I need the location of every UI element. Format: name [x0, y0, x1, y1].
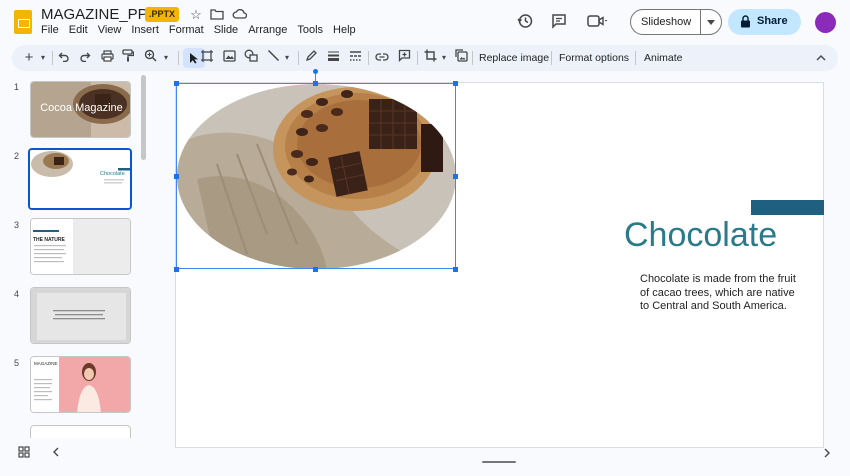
- speaker-notes-drag-handle[interactable]: [482, 461, 516, 463]
- file-type-badge: .PPTX: [145, 7, 180, 22]
- slideshow-button[interactable]: Slideshow: [630, 9, 722, 35]
- resize-handle-e[interactable]: [453, 174, 458, 179]
- border-color-icon[interactable]: [302, 49, 320, 67]
- resize-handle-s[interactable]: [313, 267, 318, 272]
- slide-number: 3: [14, 220, 20, 230]
- cloud-status-icon[interactable]: [231, 7, 247, 23]
- menu-edit[interactable]: Edit: [69, 24, 88, 36]
- menu-file[interactable]: File: [41, 24, 59, 36]
- slide-4-preview: [31, 288, 130, 343]
- slide-thumbnail-4[interactable]: [30, 287, 131, 344]
- resize-handle-ne[interactable]: [453, 81, 458, 86]
- format-options-button[interactable]: Format options: [559, 52, 629, 64]
- menu-bar: File Edit View Insert Format Slide Arran…: [41, 24, 366, 36]
- slides-logo-icon[interactable]: [14, 10, 32, 34]
- menu-slide[interactable]: Slide: [214, 24, 238, 36]
- slide-1-title: Cocoa Magazine: [40, 102, 123, 114]
- border-weight-icon[interactable]: [324, 49, 342, 67]
- toolbar-divider: [368, 51, 369, 65]
- slide-number: 1: [14, 82, 20, 92]
- toolbar-divider: [298, 51, 299, 65]
- comments-icon[interactable]: [550, 12, 570, 32]
- chocolate-image[interactable]: [177, 84, 456, 269]
- filmstrip-scrollbar[interactable]: [141, 75, 146, 160]
- slide-filmstrip: 1 Cocoa Magazine 2 Chocolate 3 THE NATUR…: [0, 73, 148, 438]
- resize-handle-w[interactable]: [174, 174, 179, 179]
- slideshow-divider: [700, 10, 701, 34]
- slide-number: 2: [14, 151, 20, 161]
- menu-arrange[interactable]: Arrange: [248, 24, 287, 36]
- version-history-icon[interactable]: [516, 12, 536, 32]
- resize-handle-se[interactable]: [453, 267, 458, 272]
- side-panel-toggle-icon[interactable]: [822, 447, 832, 462]
- menu-insert[interactable]: Insert: [131, 24, 159, 36]
- toolbar-divider: [472, 51, 473, 65]
- slide-title[interactable]: Chocolate: [624, 216, 777, 255]
- slide-5-title: MAGAZINE: [34, 361, 58, 366]
- slide-canvas[interactable]: Chocolate Chocolate is made from the fru…: [175, 82, 824, 448]
- menu-help[interactable]: Help: [333, 24, 356, 36]
- print-icon[interactable]: [98, 49, 116, 67]
- crop-dropdown-icon[interactable]: ▾: [435, 49, 453, 67]
- toolbar-divider: [635, 51, 636, 65]
- slide-thumbnail-1[interactable]: Cocoa Magazine: [30, 81, 131, 138]
- reset-image-icon[interactable]: [452, 49, 470, 67]
- chevron-down-icon[interactable]: [707, 20, 715, 25]
- toolbar-divider: [551, 51, 552, 65]
- collapse-filmstrip-icon[interactable]: [52, 446, 60, 461]
- animate-button[interactable]: Animate: [644, 52, 683, 64]
- rotation-handle[interactable]: [313, 69, 318, 74]
- lock-icon: [741, 15, 750, 28]
- resize-handle-sw[interactable]: [174, 267, 179, 272]
- slideshow-label: Slideshow: [641, 16, 692, 28]
- grid-view-icon[interactable]: [18, 446, 30, 461]
- menu-format[interactable]: Format: [169, 24, 204, 36]
- image-icon[interactable]: [220, 49, 238, 67]
- toolbar-divider: [178, 51, 179, 65]
- slide-3-title: THE NATURE: [33, 237, 65, 243]
- menu-view[interactable]: View: [98, 24, 122, 36]
- slide-2-title: Chocolate: [100, 171, 125, 177]
- undo-icon[interactable]: [55, 49, 73, 67]
- slide-thumbnail-3[interactable]: THE NATURE: [30, 218, 131, 275]
- resize-handle-nw[interactable]: [174, 81, 179, 86]
- share-button[interactable]: Share: [728, 9, 801, 35]
- link-icon[interactable]: [373, 49, 391, 67]
- slide-2-preview: [30, 150, 130, 208]
- zoom-dropdown-icon[interactable]: ▾: [157, 49, 175, 67]
- chocolate-photo: [177, 84, 456, 269]
- paint-format-icon[interactable]: [119, 49, 137, 67]
- slide-thumbnail-2[interactable]: Chocolate: [28, 148, 132, 210]
- toolbar-divider: [52, 51, 53, 65]
- line-dropdown-icon[interactable]: ▾: [278, 49, 296, 67]
- avatar[interactable]: [815, 12, 836, 33]
- shape-icon[interactable]: [242, 49, 260, 67]
- slide-body-text[interactable]: Chocolate is made from the fruit of caca…: [640, 273, 800, 314]
- slide-number: 5: [14, 358, 20, 368]
- slide-number: 4: [14, 289, 20, 299]
- toolbar-divider: [417, 51, 418, 65]
- meet-video-icon[interactable]: [586, 12, 608, 32]
- redo-icon[interactable]: [76, 49, 94, 67]
- slide-3-preview: [31, 219, 130, 274]
- move-folder-icon[interactable]: [209, 7, 225, 23]
- header: MAGAZINE_PPTX .PPTX ☆ File Edit View Ins…: [0, 0, 850, 44]
- resize-handle-n[interactable]: [313, 81, 318, 86]
- new-slide-dropdown-icon[interactable]: ▾: [34, 49, 52, 67]
- toolbar: + ▾ ▾ ▾ ▾ Replace image Format options A…: [12, 45, 838, 71]
- accent-bar[interactable]: [751, 200, 824, 215]
- slide-thumbnail-5[interactable]: MAGAZINE: [30, 356, 131, 413]
- share-label: Share: [757, 15, 788, 27]
- star-icon[interactable]: ☆: [188, 7, 204, 23]
- add-comment-icon[interactable]: [395, 49, 413, 67]
- border-dash-icon[interactable]: [346, 49, 364, 67]
- menu-tools[interactable]: Tools: [297, 24, 323, 36]
- slide-thumbnail-6[interactable]: [30, 425, 131, 438]
- select-frame-icon[interactable]: [198, 49, 216, 67]
- replace-image-button[interactable]: Replace image: [479, 52, 549, 64]
- collapse-toolbar-icon[interactable]: [812, 49, 830, 67]
